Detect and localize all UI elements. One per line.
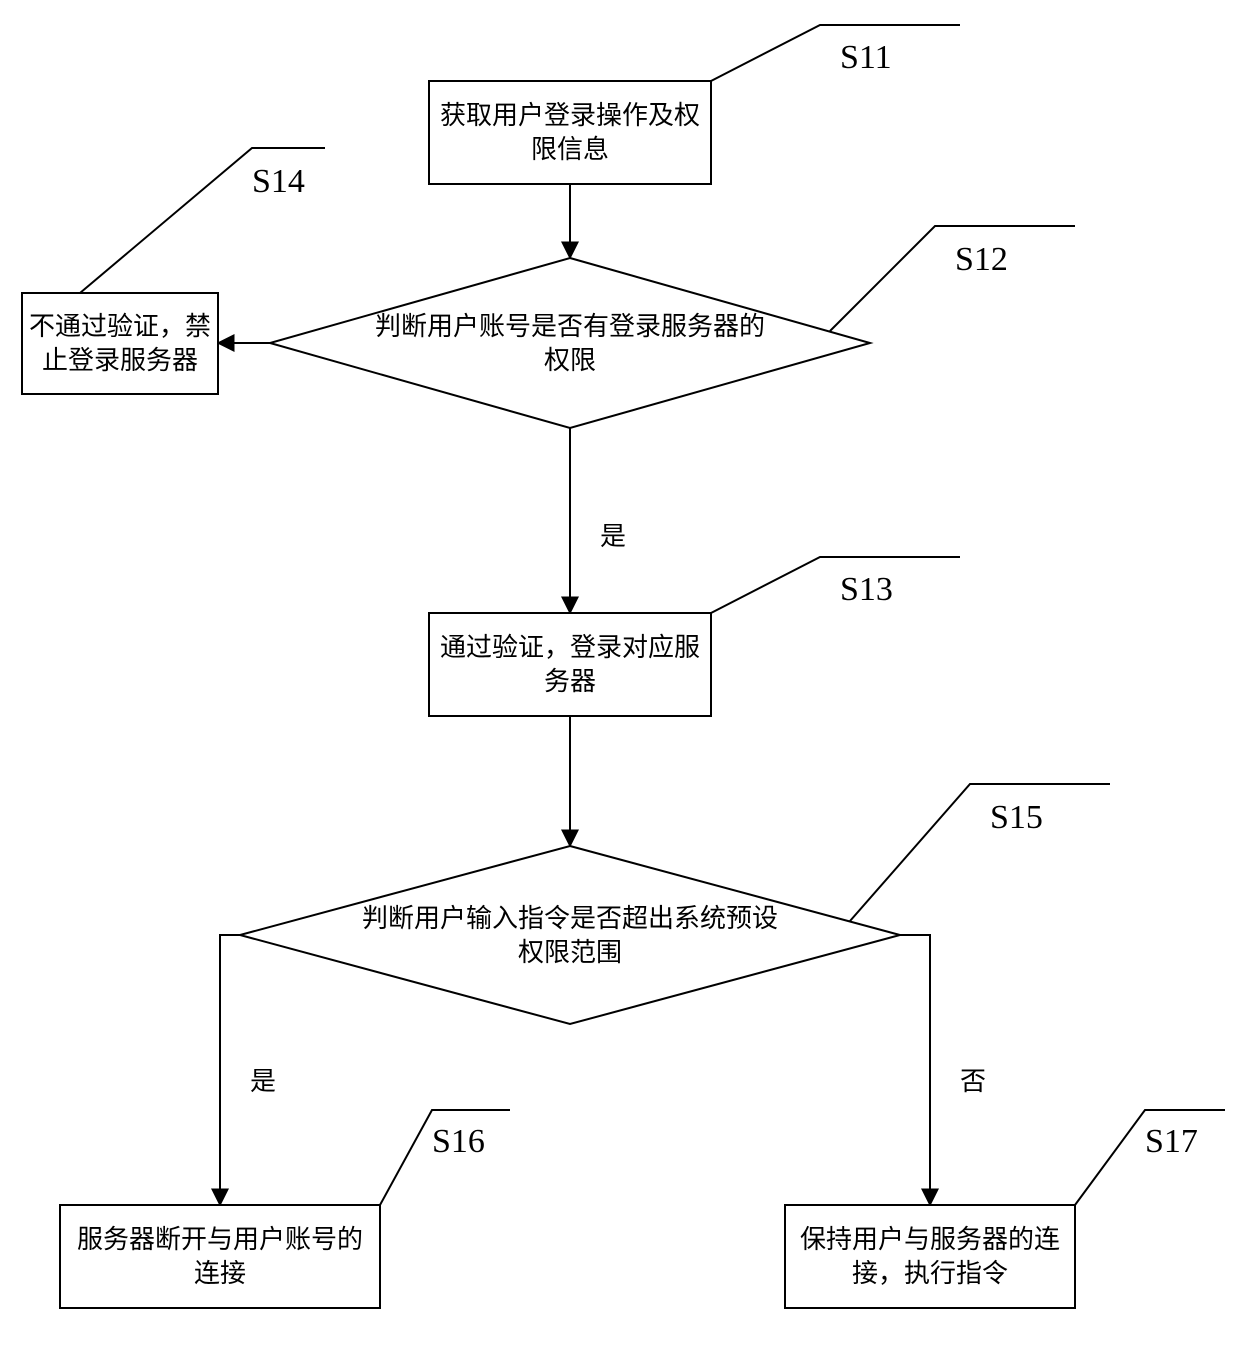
- node-s11: 获取用户登录操作及权 限信息: [429, 81, 711, 184]
- node-s14: 不通过验证，禁 止登录服务器: [22, 293, 218, 394]
- edge-s15-s17-label: 否: [960, 1067, 986, 1096]
- label-s12: S12: [830, 226, 1075, 331]
- node-s16-text-l1: 服务器断开与用户账号的: [77, 1225, 363, 1254]
- node-s17-text-l1: 保持用户与服务器的连: [800, 1225, 1060, 1254]
- node-s11-text-l1: 获取用户登录操作及权: [440, 101, 700, 130]
- edge-s15-s17: [900, 935, 930, 1205]
- node-s16-text-l2: 连接: [194, 1259, 246, 1288]
- label-s15: S15: [850, 784, 1110, 921]
- edge-s15-s16-label: 是: [250, 1067, 276, 1096]
- label-s16: S16: [380, 1110, 510, 1205]
- label-s14-text: S14: [252, 163, 305, 200]
- label-s11-text: S11: [840, 39, 892, 76]
- node-s12-text-l2: 权限: [544, 346, 596, 375]
- label-s16-text: S16: [432, 1123, 485, 1160]
- label-s13: S13: [711, 557, 960, 613]
- node-s13-text-l2: 务器: [544, 667, 596, 696]
- label-s14: S14: [80, 148, 325, 293]
- edge-s12-s13-label: 是: [600, 522, 626, 551]
- node-s13: 通过验证，登录对应服 务器: [429, 613, 711, 716]
- label-s17: S17: [1075, 1110, 1225, 1205]
- node-s15-text-l2: 权限范围: [518, 938, 622, 967]
- label-s11: S11: [711, 25, 960, 81]
- node-s15: 判断用户输入指令是否超出系统预设 权限范围: [240, 846, 900, 1024]
- label-s12-text: S12: [955, 241, 1008, 278]
- node-s14-text-l2: 止登录服务器: [42, 346, 198, 375]
- node-s17: 保持用户与服务器的连 接，执行指令: [785, 1205, 1075, 1308]
- edge-s15-s16: [220, 935, 240, 1205]
- label-s15-text: S15: [990, 799, 1043, 836]
- node-s11-text-l2: 限信息: [531, 135, 609, 164]
- node-s15-text-l1: 判断用户输入指令是否超出系统预设: [362, 904, 778, 933]
- flowchart: 获取用户登录操作及权 限信息 S11 判断用户账号是否有登录服务器的 权限 S1…: [0, 0, 1240, 1372]
- node-s14-text-l1: 不通过验证，禁: [29, 312, 211, 341]
- node-s12: 判断用户账号是否有登录服务器的 权限: [270, 258, 870, 428]
- node-s16: 服务器断开与用户账号的 连接: [60, 1205, 380, 1308]
- label-s17-text: S17: [1145, 1123, 1198, 1160]
- node-s17-text-l2: 接，执行指令: [852, 1259, 1008, 1288]
- node-s13-text-l1: 通过验证，登录对应服: [440, 633, 700, 662]
- label-s13-text: S13: [840, 571, 893, 608]
- node-s12-text-l1: 判断用户账号是否有登录服务器的: [375, 312, 765, 341]
